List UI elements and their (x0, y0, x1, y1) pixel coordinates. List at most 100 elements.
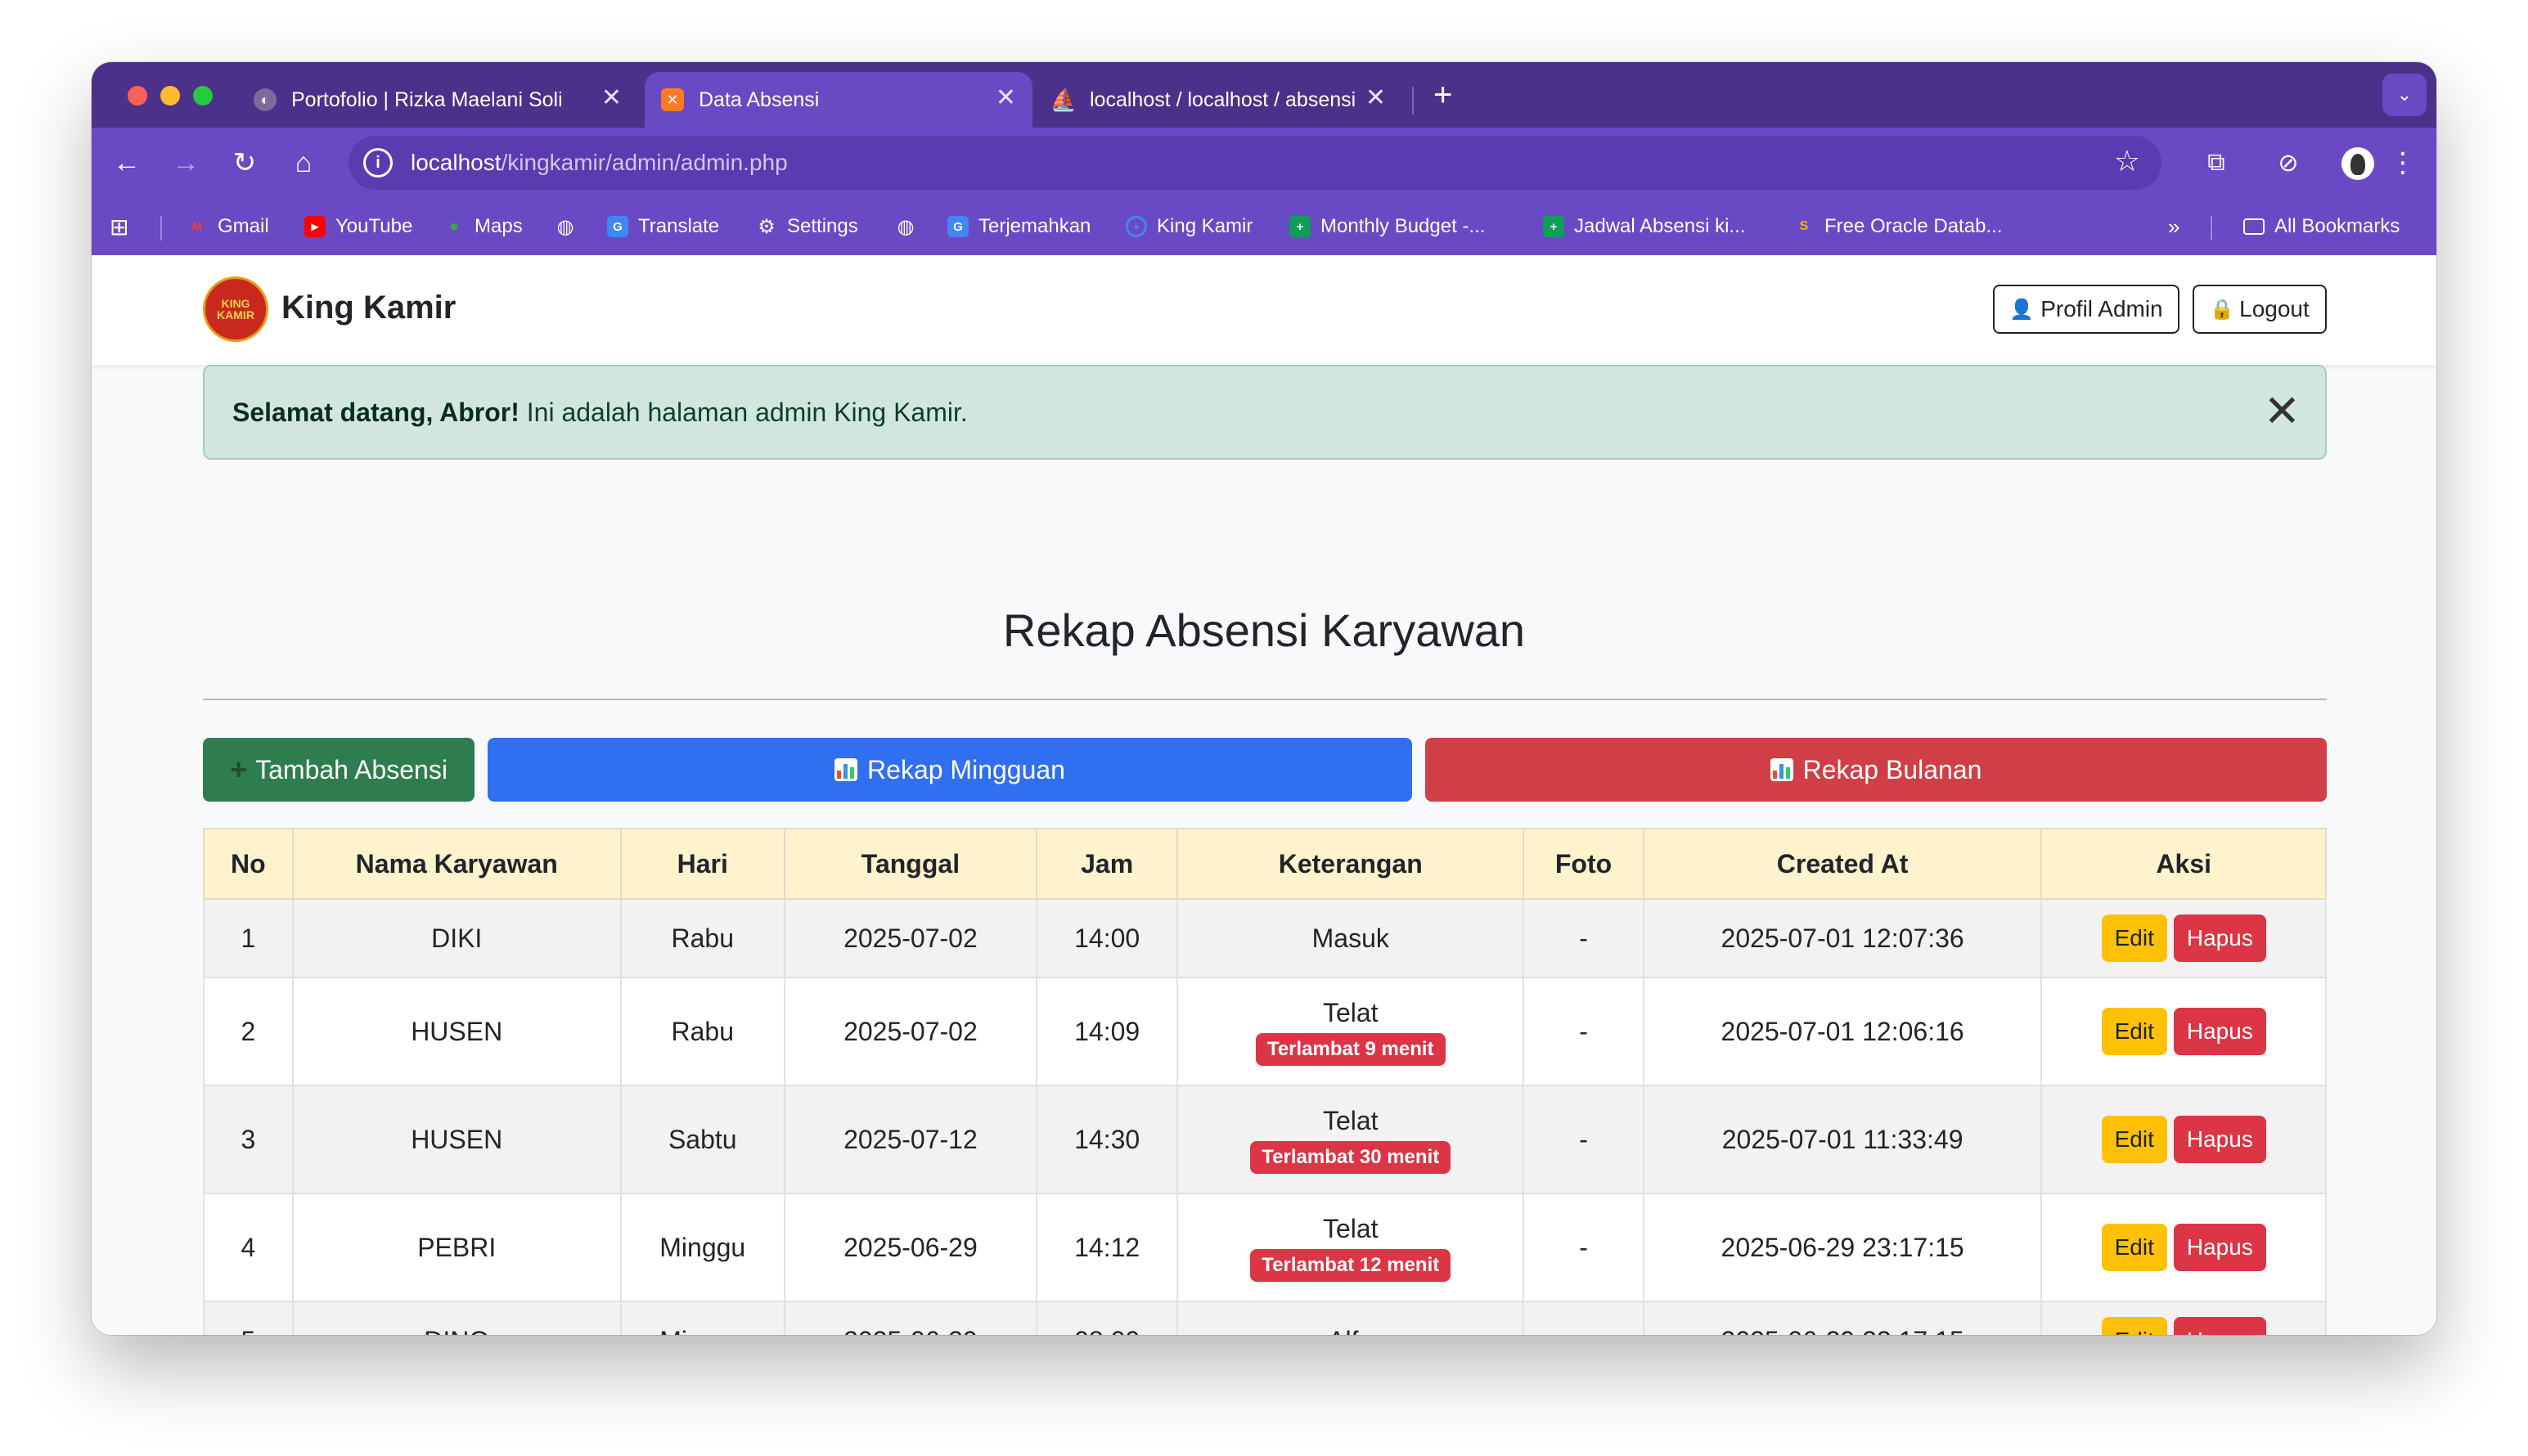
apps-icon[interactable]: ⊞ (110, 213, 128, 240)
url-text: localhost/kingkamir/admin/admin.php (411, 150, 788, 175)
edit-button[interactable]: Edit (2101, 1116, 2167, 1163)
brand-name[interactable]: King Kamir (281, 290, 456, 326)
new-tab-button[interactable]: + (1433, 77, 1452, 114)
hapus-button[interactable]: Hapus (2173, 1224, 2266, 1271)
close-tab-icon[interactable]: ✕ (1365, 83, 1386, 112)
maps-pin-icon: ● (448, 217, 460, 236)
folder-icon (2243, 218, 2265, 235)
cell-tanggal: 2025-07-02 (783, 898, 1038, 978)
close-tab-icon[interactable]: ✕ (601, 83, 622, 112)
cell-nama: PEBRI (291, 1193, 622, 1302)
rekap-bulanan-button[interactable]: Rekap Bulanan (1425, 738, 2327, 802)
translate-icon: G (947, 216, 969, 237)
tab-search-button[interactable]: ⌄ (2382, 74, 2427, 116)
cell-keterangan: Telat Terlambat 30 menit (1176, 1085, 1525, 1194)
edit-button[interactable]: Edit (2101, 1008, 2167, 1055)
alert-message: Selamat datang, Abror! Ini adalah halama… (232, 397, 968, 427)
site-info-icon[interactable]: i (363, 148, 393, 178)
hapus-button[interactable]: Hapus (2173, 1317, 2266, 1335)
cell-tanggal: 2025-06-29 (783, 1301, 1038, 1335)
more-bookmarks-icon[interactable]: » (2168, 213, 2179, 240)
profile-avatar[interactable] (2341, 147, 2374, 180)
keterangan-text: Alfa (1179, 1326, 1522, 1336)
edit-button[interactable]: Edit (2101, 1224, 2167, 1271)
cell-created-at: 2025-06-29 23:17:15 (1642, 1193, 2043, 1302)
king-kamir-logo[interactable]: KING KAMIR (203, 276, 268, 342)
performance-icon[interactable]: ⊘ (2268, 142, 2309, 183)
chrome-icon: ● (1126, 216, 1147, 237)
bookmark-free-oracle[interactable]: S Free Oracle Datab... (1793, 213, 2003, 240)
tab-portofolio[interactable]: ◐ Portofolio | Rizka Maelani Soli ✕ (254, 72, 638, 128)
cell-tanggal: 2025-06-29 (783, 1193, 1038, 1302)
bookmark-translate[interactable]: G Translate (607, 213, 719, 240)
late-badge: Terlambat 9 menit (1255, 1032, 1446, 1066)
maximize-window-button[interactable] (193, 86, 213, 106)
edit-button[interactable]: Edit (2101, 1317, 2167, 1335)
edit-button[interactable]: Edit (2101, 914, 2167, 962)
hapus-button[interactable]: Hapus (2173, 914, 2266, 962)
cell-aksi: EditHapus (2040, 898, 2327, 978)
rekap-mingguan-button[interactable]: Rekap Mingguan (488, 738, 1412, 802)
cell-hari: Rabu (619, 977, 785, 1086)
all-bookmarks[interactable]: All Bookmarks (2243, 213, 2400, 240)
bar-chart-icon (1770, 758, 1793, 781)
translate-icon: G (607, 216, 628, 237)
bookmark-star-icon[interactable]: ☆ (2114, 144, 2140, 178)
cell-hari: Sabtu (619, 1085, 785, 1194)
bookmark-monthly-budget[interactable]: + Monthly Budget -... (1289, 213, 1485, 240)
tambah-absensi-button[interactable]: + Tambah Absensi (203, 738, 475, 802)
cell-no: 4 (203, 1193, 294, 1302)
cell-keterangan: Alfa (1176, 1301, 1525, 1336)
table-row: 2 HUSEN Rabu 2025-07-02 14:09 Telat Terla… (203, 977, 2327, 1086)
tab-strip: ◐ Portofolio | Rizka Maelani Soli ✕ ✕ Da… (92, 62, 2436, 128)
bookmark-globe-2[interactable]: ◍ (895, 213, 926, 240)
bookmark-globe[interactable]: ◍ (555, 213, 586, 240)
bookmark-maps[interactable]: ● Maps (443, 213, 523, 240)
bookmark-gmail[interactable]: M Gmail (187, 213, 269, 240)
hapus-button[interactable]: Hapus (2173, 1116, 2266, 1163)
home-icon[interactable]: ⌂ (283, 142, 324, 183)
gmail-icon: M (191, 219, 203, 234)
bookmark-terjemahkan[interactable]: G Terjemahkan (947, 213, 1091, 240)
keterangan-text: Telat (1322, 997, 1379, 1027)
table-row: 3 HUSEN Sabtu 2025-07-12 14:30 Telat Terl… (203, 1085, 2327, 1194)
cell-jam: 08:00 (1036, 1301, 1179, 1335)
close-window-button[interactable] (128, 86, 147, 106)
address-bar[interactable]: i localhost/kingkamir/admin/admin.php ☆ (349, 136, 2161, 190)
welcome-alert: Selamat datang, Abror! Ini adalah halama… (203, 365, 2327, 460)
forward-icon[interactable]: → (165, 142, 206, 183)
tab-data-absensi[interactable]: ✕ Data Absensi ✕ (645, 72, 1032, 128)
cell-hari: Minggu (619, 1301, 785, 1335)
col-header-created-at: Created At (1642, 828, 2043, 900)
cell-aksi: EditHapus (2040, 977, 2327, 1086)
table-row: 1 DIKI Rabu 2025-07-02 14:00 Masuk - 202… (203, 898, 2327, 978)
site-navbar: KING KAMIR King Kamir 👤 Profil Admin 🔒 Log… (92, 255, 2436, 365)
bookmark-youtube[interactable]: ▶ YouTube (304, 213, 412, 240)
cell-tanggal: 2025-07-02 (783, 977, 1038, 1086)
close-alert-icon[interactable]: ✕ (2264, 389, 2301, 434)
cell-created-at: 2025-06-29 23:17:15 (1642, 1301, 2043, 1335)
table-row: 5 DINO Minggu 2025-06-29 08:00 Alfa - 20… (203, 1301, 2327, 1336)
back-icon[interactable]: ← (106, 142, 147, 183)
tab-divider (1412, 87, 1414, 115)
close-tab-icon[interactable]: ✕ (996, 83, 1016, 112)
minimize-window-button[interactable] (160, 86, 180, 106)
profil-admin-button[interactable]: 👤 Profil Admin (1993, 285, 2179, 334)
tab-phpmyadmin[interactable]: ⛵ localhost / localhost / absensi ✕ (1042, 72, 1402, 128)
cell-foto: - (1523, 1193, 1644, 1302)
bookmark-settings[interactable]: ⚙ Settings (756, 213, 857, 240)
plus-icon: + (230, 753, 248, 786)
bookmark-jadwal-absensi[interactable]: + Jadwal Absensi ki... (1543, 213, 1745, 240)
extensions-icon[interactable]: ⧉ (2196, 142, 2237, 183)
logout-button[interactable]: 🔒 Logout (2193, 285, 2327, 334)
youtube-icon: ▶ (304, 216, 326, 237)
cell-created-at: 2025-07-01 12:07:36 (1642, 898, 2043, 978)
reload-icon[interactable]: ↻ (224, 142, 265, 183)
cell-hari: Minggu (619, 1193, 785, 1302)
cell-jam: 14:00 (1036, 898, 1179, 978)
bookmark-king-kamir[interactable]: ● King Kamir (1126, 213, 1253, 240)
hapus-button[interactable]: Hapus (2173, 1008, 2266, 1055)
cell-keterangan: Masuk (1176, 898, 1525, 978)
menu-icon[interactable]: ⋮ (2382, 142, 2423, 183)
globe-icon: ◐ (254, 88, 277, 111)
